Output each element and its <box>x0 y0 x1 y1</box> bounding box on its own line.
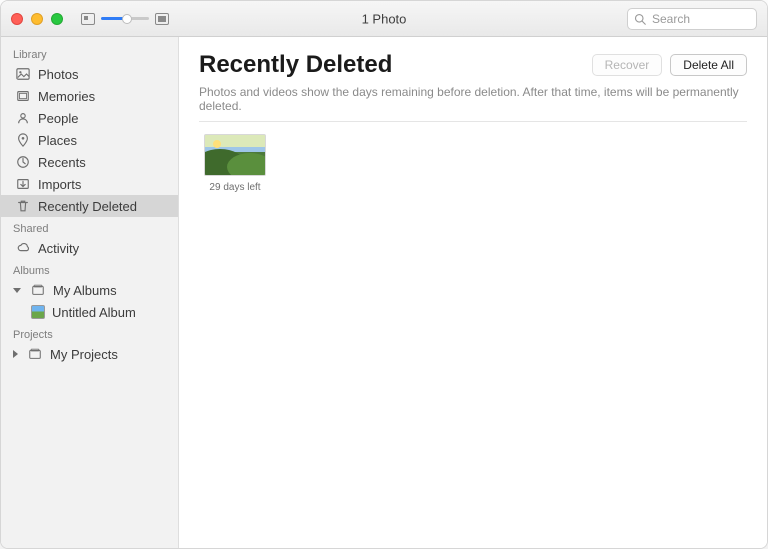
search-icon <box>634 13 646 25</box>
page-title: Recently Deleted <box>199 51 392 79</box>
sidebar-item-places[interactable]: Places <box>1 129 178 151</box>
button-label: Recover <box>605 58 650 72</box>
delete-all-button[interactable]: Delete All <box>670 54 747 76</box>
divider <box>199 121 747 122</box>
sidebar-item-label: Untitled Album <box>52 305 170 320</box>
chevron-down-icon[interactable] <box>13 288 21 293</box>
sidebar-item-label: Imports <box>38 177 170 192</box>
sidebar-item-label: Recently Deleted <box>38 199 170 214</box>
sidebar-item-label: Memories <box>38 89 170 104</box>
sidebar-item-label: My Albums <box>53 283 170 298</box>
window-controls <box>11 13 63 25</box>
chevron-right-icon[interactable] <box>13 350 18 358</box>
content-header: Recently Deleted Recover Delete All <box>179 37 767 85</box>
photo-grid: 29 days left <box>179 134 767 193</box>
places-icon <box>15 132 31 148</box>
trash-icon <box>15 198 31 214</box>
cloud-icon <box>15 240 31 256</box>
sidebar-section-albums: Albums <box>1 259 178 279</box>
days-left-label: 29 days left <box>199 182 271 193</box>
titlebar: 1 Photo <box>1 1 767 37</box>
minimize-window-button[interactable] <box>31 13 43 25</box>
thumbnail-large-icon <box>155 13 169 25</box>
slider-thumb[interactable] <box>122 14 132 24</box>
zoom-window-button[interactable] <box>51 13 63 25</box>
imports-icon <box>15 176 31 192</box>
album-folder-icon <box>30 282 46 298</box>
sidebar-item-label: Recents <box>38 155 170 170</box>
sidebar-item-label: Photos <box>38 67 170 82</box>
photos-icon <box>15 66 31 82</box>
sidebar-item-untitled-album[interactable]: Untitled Album <box>1 301 178 323</box>
search-field[interactable] <box>627 8 757 30</box>
sidebar-item-activity[interactable]: Activity <box>1 237 178 259</box>
app-window: 1 Photo Library Photos Memor <box>0 0 768 549</box>
window-title: 1 Photo <box>362 11 407 26</box>
sidebar-item-photos[interactable]: Photos <box>1 63 178 85</box>
projects-folder-icon <box>27 346 43 362</box>
main-content: Recently Deleted Recover Delete All Phot… <box>179 37 767 548</box>
thumbnail-size-slider[interactable] <box>101 17 149 20</box>
sidebar-item-recents[interactable]: Recents <box>1 151 178 173</box>
sidebar-item-people[interactable]: People <box>1 107 178 129</box>
recover-button[interactable]: Recover <box>592 54 663 76</box>
sidebar-section-library: Library <box>1 43 178 63</box>
people-icon <box>15 110 31 126</box>
sidebar-item-label: Places <box>38 133 170 148</box>
button-label: Delete All <box>683 58 734 72</box>
sidebar: Library Photos Memories People <box>1 37 179 548</box>
memories-icon <box>15 88 31 104</box>
thumbnail-small-icon <box>81 13 95 25</box>
photo-thumbnail[interactable] <box>204 134 266 176</box>
sidebar-item-label: Activity <box>38 241 170 256</box>
photo-item[interactable]: 29 days left <box>199 134 271 193</box>
recents-icon <box>15 154 31 170</box>
sidebar-section-projects: Projects <box>1 323 178 343</box>
sidebar-item-label: My Projects <box>50 347 170 362</box>
sidebar-item-my-albums[interactable]: My Albums <box>1 279 178 301</box>
window-body: Library Photos Memories People <box>1 37 767 548</box>
sidebar-item-memories[interactable]: Memories <box>1 85 178 107</box>
close-window-button[interactable] <box>11 13 23 25</box>
search-input[interactable] <box>650 11 750 27</box>
album-thumbnail-icon <box>31 305 45 319</box>
sidebar-item-imports[interactable]: Imports <box>1 173 178 195</box>
page-subtitle: Photos and videos show the days remainin… <box>179 85 767 121</box>
sidebar-section-shared: Shared <box>1 217 178 237</box>
sidebar-item-label: People <box>38 111 170 126</box>
sidebar-item-recently-deleted[interactable]: Recently Deleted <box>1 195 178 217</box>
sidebar-item-my-projects[interactable]: My Projects <box>1 343 178 365</box>
thumbnail-size-control <box>81 13 169 25</box>
